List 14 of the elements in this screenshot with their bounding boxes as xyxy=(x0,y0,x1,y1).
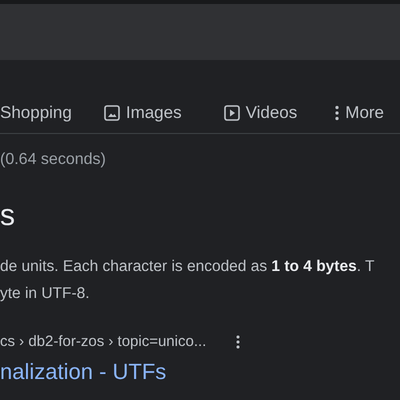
search-tab[interactable]: More xyxy=(335,102,384,122)
result-stats: (0.64 seconds) xyxy=(0,151,107,169)
result-breadcrumb: cs › db2-for-zos › topic=unico... xyxy=(0,333,206,350)
answer-heading: s xyxy=(0,199,16,233)
snippet-text: yte in UTF-8. xyxy=(0,284,91,304)
more-icon[interactable] xyxy=(236,334,240,348)
search-tab[interactable]: Videos xyxy=(224,102,298,122)
more-icon xyxy=(335,104,340,120)
play-icon xyxy=(224,104,240,120)
search-tab[interactable]: Images xyxy=(104,102,182,122)
result-title-link[interactable]: nalization - UTFs xyxy=(0,359,400,385)
snippet-text: de units. Each character is encoded as 1 to 4 bytes. T xyxy=(0,257,376,277)
image-icon xyxy=(104,104,120,120)
search-tab[interactable]: Shopping xyxy=(0,102,72,122)
